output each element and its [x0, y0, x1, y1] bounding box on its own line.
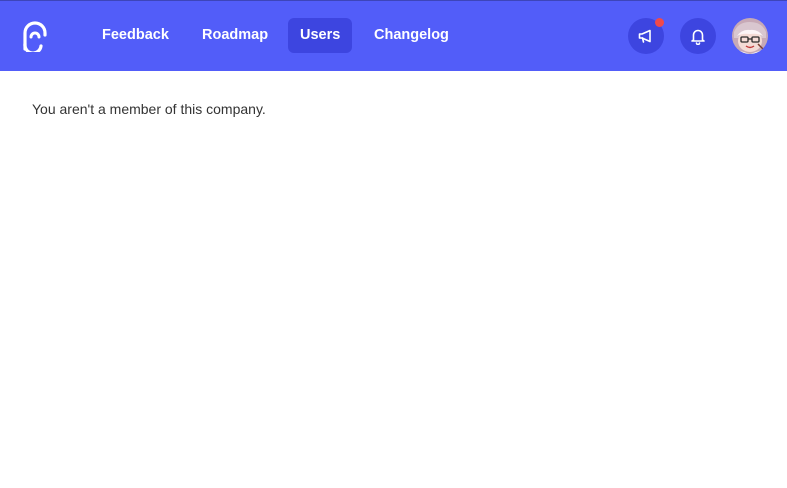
not-member-message: You aren't a member of this company.	[32, 101, 266, 117]
bell-icon	[689, 27, 707, 45]
nav-tab-feedback[interactable]: Feedback	[90, 18, 181, 53]
nav-tab-roadmap[interactable]: Roadmap	[190, 18, 280, 53]
megaphone-icon	[637, 27, 655, 45]
user-avatar[interactable]	[732, 18, 768, 54]
announcements-button[interactable]	[628, 18, 664, 54]
top-navbar: Feedback Roadmap Users Changelog	[0, 0, 787, 71]
nav-tab-changelog[interactable]: Changelog	[362, 18, 461, 53]
canny-logo-icon[interactable]	[21, 20, 49, 55]
unread-badge	[655, 18, 664, 27]
nav-tab-users[interactable]: Users	[288, 18, 353, 53]
notifications-button[interactable]	[680, 18, 716, 54]
